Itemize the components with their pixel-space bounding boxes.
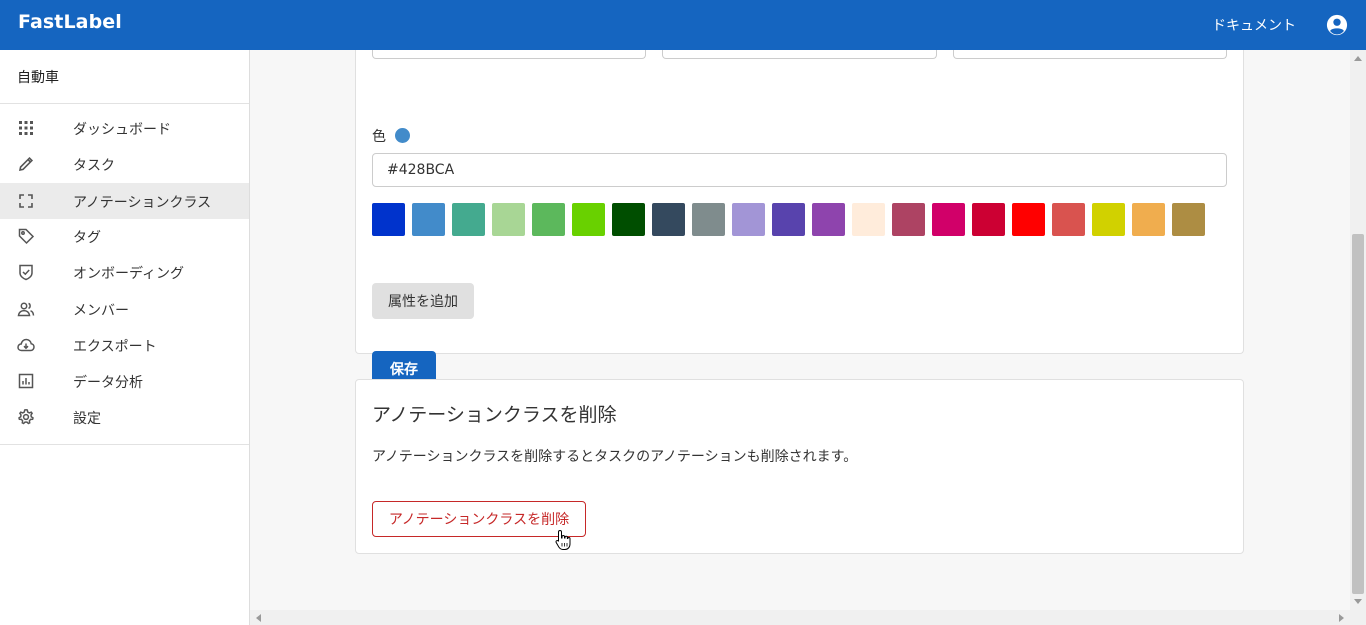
vertical-scrollbar[interactable] bbox=[1350, 50, 1366, 610]
color-swatch[interactable] bbox=[1012, 203, 1045, 236]
scroll-left-arrow-icon[interactable] bbox=[256, 614, 261, 622]
sidebar-item-tags[interactable]: タグ bbox=[0, 218, 249, 254]
color-swatch[interactable] bbox=[1092, 203, 1125, 236]
name-input-partial[interactable] bbox=[372, 50, 646, 59]
color-swatch[interactable] bbox=[532, 203, 565, 236]
sidebar: 自動車 ダッシュボード タスク アノテーションクラス タグ オンボーディング メ… bbox=[0, 50, 250, 625]
color-swatch[interactable] bbox=[932, 203, 965, 236]
color-swatch[interactable] bbox=[1132, 203, 1165, 236]
color-swatch[interactable] bbox=[452, 203, 485, 236]
fullscreen-frame-icon bbox=[19, 194, 33, 208]
sidebar-item-label: タスク bbox=[73, 158, 115, 174]
color-label: 色 bbox=[372, 129, 386, 145]
color-hex-input[interactable] bbox=[372, 153, 1227, 187]
shield-check-icon bbox=[19, 264, 33, 281]
color-swatch[interactable] bbox=[732, 203, 765, 236]
color-swatch[interactable] bbox=[412, 203, 445, 236]
annotation-class-edit-card: 色 属性を追加 保存 bbox=[355, 50, 1244, 387]
scrollbar-thumb[interactable] bbox=[1352, 234, 1364, 594]
sidebar-item-members[interactable]: メンバー bbox=[0, 291, 249, 327]
scroll-up-arrow-icon[interactable] bbox=[1354, 56, 1362, 61]
delete-section-title: アノテーションクラスを削除 bbox=[372, 404, 617, 426]
sidebar-divider bbox=[0, 444, 249, 445]
color-swatch-palette bbox=[372, 203, 1232, 236]
sidebar-item-label: エクスポート bbox=[73, 339, 157, 355]
sidebar-item-export[interactable]: エクスポート bbox=[0, 327, 249, 363]
add-attribute-button[interactable]: 属性を追加 bbox=[372, 283, 474, 319]
bar-chart-icon bbox=[18, 373, 34, 389]
sidebar-item-label: ダッシュボード bbox=[73, 122, 171, 138]
sidebar-item-label: メンバー bbox=[73, 303, 129, 319]
account-circle-icon[interactable] bbox=[1326, 14, 1348, 36]
order-input-partial[interactable] bbox=[953, 50, 1227, 59]
hand-pointer-cursor-icon bbox=[555, 529, 571, 550]
color-swatch[interactable] bbox=[812, 203, 845, 236]
color-swatch[interactable] bbox=[1172, 203, 1205, 236]
scroll-right-arrow-icon[interactable] bbox=[1339, 614, 1344, 622]
horizontal-scrollbar[interactable] bbox=[250, 610, 1350, 625]
main-content: 色 属性を追加 保存 アノテーションクラスを削除 アノテーションクラスを削除する… bbox=[250, 50, 1350, 610]
pencil-icon bbox=[18, 156, 34, 172]
color-swatch[interactable] bbox=[852, 203, 885, 236]
grid-icon bbox=[19, 121, 33, 135]
color-swatch[interactable] bbox=[892, 203, 925, 236]
scroll-down-arrow-icon[interactable] bbox=[1354, 599, 1362, 604]
top-app-bar: FastLabel ドキュメント bbox=[0, 0, 1366, 50]
color-swatch[interactable] bbox=[572, 203, 605, 236]
gear-icon bbox=[18, 409, 34, 425]
sidebar-item-annotation-classes[interactable]: アノテーションクラス bbox=[0, 183, 249, 219]
project-name: 自動車 bbox=[17, 70, 59, 86]
sidebar-item-label: アノテーションクラス bbox=[73, 195, 212, 211]
sidebar-item-analytics[interactable]: データ分析 bbox=[0, 363, 249, 399]
color-swatch[interactable] bbox=[772, 203, 805, 236]
color-swatch[interactable] bbox=[612, 203, 645, 236]
sidebar-item-label: オンボーディング bbox=[73, 266, 185, 282]
sidebar-item-label: 設定 bbox=[73, 411, 101, 427]
color-preview-dot bbox=[395, 128, 410, 143]
color-swatch[interactable] bbox=[1052, 203, 1085, 236]
delete-section-description: アノテーションクラスを削除するとタスクのアノテーションも削除されます。 bbox=[372, 449, 858, 465]
scrollbar-corner bbox=[1350, 610, 1366, 625]
sidebar-item-settings[interactable]: 設定 bbox=[0, 399, 249, 435]
color-swatch[interactable] bbox=[372, 203, 405, 236]
color-swatch[interactable] bbox=[492, 203, 525, 236]
delete-class-card: アノテーションクラスを削除 アノテーションクラスを削除するとタスクのアノテーショ… bbox=[355, 379, 1244, 554]
documents-link[interactable]: ドキュメント bbox=[1212, 15, 1296, 35]
sidebar-divider bbox=[0, 103, 249, 104]
color-swatch[interactable] bbox=[652, 203, 685, 236]
sidebar-item-dashboard[interactable]: ダッシュボード bbox=[0, 110, 249, 146]
tag-icon bbox=[18, 228, 35, 245]
sidebar-item-tasks[interactable]: タスク bbox=[0, 146, 249, 182]
color-swatch[interactable] bbox=[692, 203, 725, 236]
delete-annotation-class-button[interactable]: アノテーションクラスを削除 bbox=[372, 501, 586, 537]
sidebar-item-label: データ分析 bbox=[73, 375, 143, 391]
value-input-partial[interactable] bbox=[662, 50, 937, 59]
sidebar-item-onboarding[interactable]: オンボーディング bbox=[0, 254, 249, 290]
color-swatch[interactable] bbox=[972, 203, 1005, 236]
people-icon bbox=[17, 302, 35, 317]
brand-logo[interactable]: FastLabel bbox=[18, 11, 122, 33]
sidebar-item-label: タグ bbox=[73, 230, 101, 246]
cloud-download-icon bbox=[17, 338, 35, 352]
